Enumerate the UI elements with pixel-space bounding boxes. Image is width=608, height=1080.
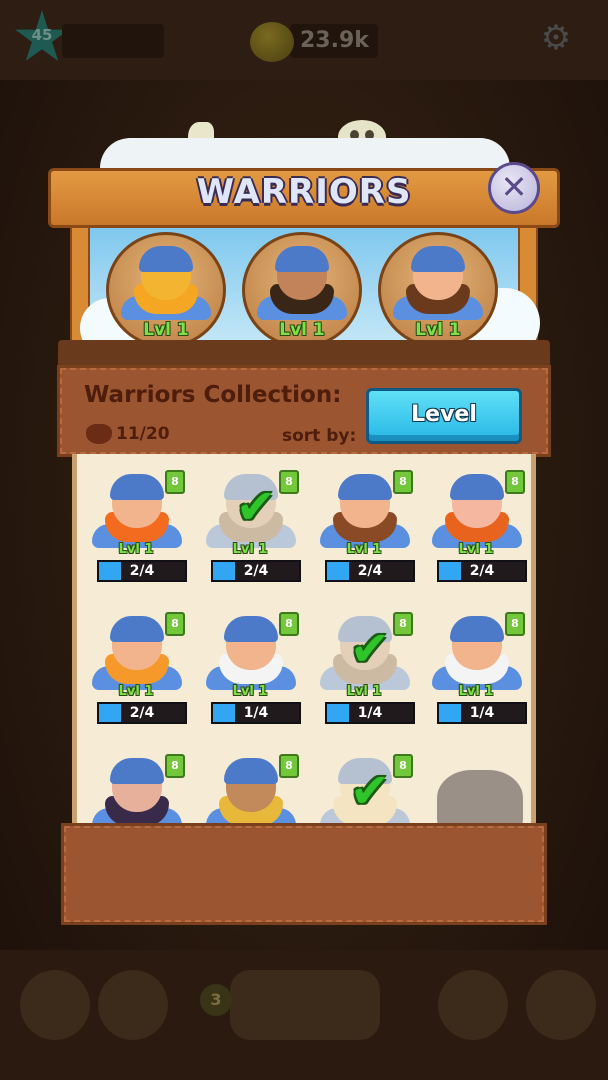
warrior-card[interactable]: 8 (197, 744, 303, 826)
card-count-badge: 8 (393, 612, 413, 636)
warrior-level: Lvl 1 (232, 542, 268, 557)
card-count-badge: 8 (393, 754, 413, 778)
hammer-icon[interactable] (526, 970, 596, 1040)
check-icon: ✔ (235, 479, 277, 535)
helmet-icon (86, 424, 112, 444)
warrior-card[interactable]: 8 Lvl 1 2/4 (83, 602, 189, 742)
warrior-level: Lvl 1 (279, 320, 325, 340)
card-count-badge: 8 (165, 612, 185, 636)
helmet-icon (275, 246, 329, 272)
warrior-level: Lvl 1 (458, 684, 494, 699)
coin-amount: 23.9k (300, 28, 369, 53)
helmet-icon (110, 616, 164, 642)
card-count-badge: 8 (505, 470, 525, 494)
progress-text: 2/4 (243, 563, 269, 579)
warrior-level: Lvl 1 (346, 684, 382, 699)
helmet-icon (110, 474, 164, 500)
warrior-card[interactable]: ✔ 8 Lvl 1 2/4 (197, 460, 303, 600)
progress-text: 1/4 (469, 705, 495, 721)
warrior-card[interactable]: 8 (83, 744, 189, 826)
progress-text: 1/4 (357, 705, 383, 721)
locked-silhouette (437, 770, 523, 826)
team-slot[interactable]: Lvl 1 (106, 232, 226, 352)
warrior-portrait (427, 752, 527, 826)
warrior-card[interactable]: ✔ 8 Lvl 1 1/4 (311, 602, 417, 742)
collection-title: Warriors Collection: (84, 382, 342, 408)
warrior-card[interactable]: 8 Lvl 1 2/4 (83, 460, 189, 600)
warrior-level: Lvl 1 (415, 320, 461, 340)
anvil-icon[interactable] (230, 970, 380, 1040)
helmet-icon (110, 758, 164, 784)
helmet-icon (139, 246, 193, 272)
progress-text: 2/4 (357, 563, 383, 579)
modal-title: WARRIORS (196, 172, 412, 212)
card-count-badge: 8 (393, 470, 413, 494)
collection-count: 11/20 (116, 424, 170, 444)
warrior-card[interactable]: 8 Lvl 1 1/4 (423, 602, 529, 742)
sort-level-button[interactable]: Level (366, 388, 522, 444)
warrior-card[interactable] (423, 744, 529, 826)
check-icon: ✔ (349, 621, 391, 677)
card-progress-bar: 1/4 (211, 702, 301, 724)
card-progress-bar: 1/4 (325, 702, 415, 724)
warrior-card[interactable]: 8 Lvl 1 2/4 (311, 460, 417, 600)
progress-text: 2/4 (129, 563, 155, 579)
progress-text: 2/4 (469, 563, 495, 579)
warrior-level: Lvl 1 (143, 320, 189, 340)
warrior-level: Lvl 1 (346, 542, 382, 557)
progress-text: 2/4 (129, 705, 155, 721)
card-count-badge: 8 (279, 612, 299, 636)
coin-icon (250, 22, 294, 62)
axe-upgrade-icon[interactable] (20, 970, 90, 1040)
card-count-badge: 8 (165, 470, 185, 494)
card-count-badge: 8 (279, 754, 299, 778)
helmet-icon (338, 474, 392, 500)
helmet-icon (224, 758, 278, 784)
helmet-icon (224, 616, 278, 642)
team-slot[interactable]: Lvl 1 (378, 232, 498, 352)
gear-icon[interactable]: ⚙ (538, 20, 574, 56)
card-progress-bar: 2/4 (325, 560, 415, 582)
collection-grid[interactable]: 8 Lvl 1 2/4 ✔ 8 Lvl 1 2/4 8 Lvl 1 2/4 8 Lvl 1 2/4 8 Lv… (72, 454, 536, 826)
warrior-level: Lvl 1 (458, 542, 494, 557)
warrior-card[interactable]: ✔ 8 (311, 744, 417, 826)
warrior-card[interactable]: 8 Lvl 1 1/4 (197, 602, 303, 742)
helmet-icon (411, 246, 465, 272)
collection-footer (61, 823, 547, 925)
card-progress-bar: 2/4 (97, 702, 187, 724)
warrior-card[interactable]: 8 Lvl 1 2/4 (423, 460, 529, 600)
helmet-icon (450, 616, 504, 642)
shield-icon[interactable] (438, 970, 508, 1040)
xp-bar (62, 24, 164, 58)
card-count-badge: 8 (165, 754, 185, 778)
shelf-edge (58, 340, 550, 370)
warrior-level: Lvl 1 (232, 684, 268, 699)
card-count-badge: 8 (505, 612, 525, 636)
warrior-level: Lvl 1 (118, 684, 154, 699)
progress-text: 1/4 (243, 705, 269, 721)
forge-count-badge: 3 (200, 984, 232, 1016)
card-progress-bar: 1/4 (437, 702, 527, 724)
card-count-badge: 8 (279, 470, 299, 494)
card-progress-bar: 2/4 (211, 560, 301, 582)
helmet-icon (450, 474, 504, 500)
sort-label: sort by: (282, 426, 357, 446)
card-progress-bar: 2/4 (97, 560, 187, 582)
team-slot[interactable]: Lvl 1 (242, 232, 362, 352)
close-icon[interactable]: ✕ (488, 162, 540, 214)
card-progress-bar: 2/4 (437, 560, 527, 582)
warrior-level: Lvl 1 (118, 542, 154, 557)
barrel-icon[interactable] (98, 970, 168, 1040)
check-icon: ✔ (349, 763, 391, 819)
